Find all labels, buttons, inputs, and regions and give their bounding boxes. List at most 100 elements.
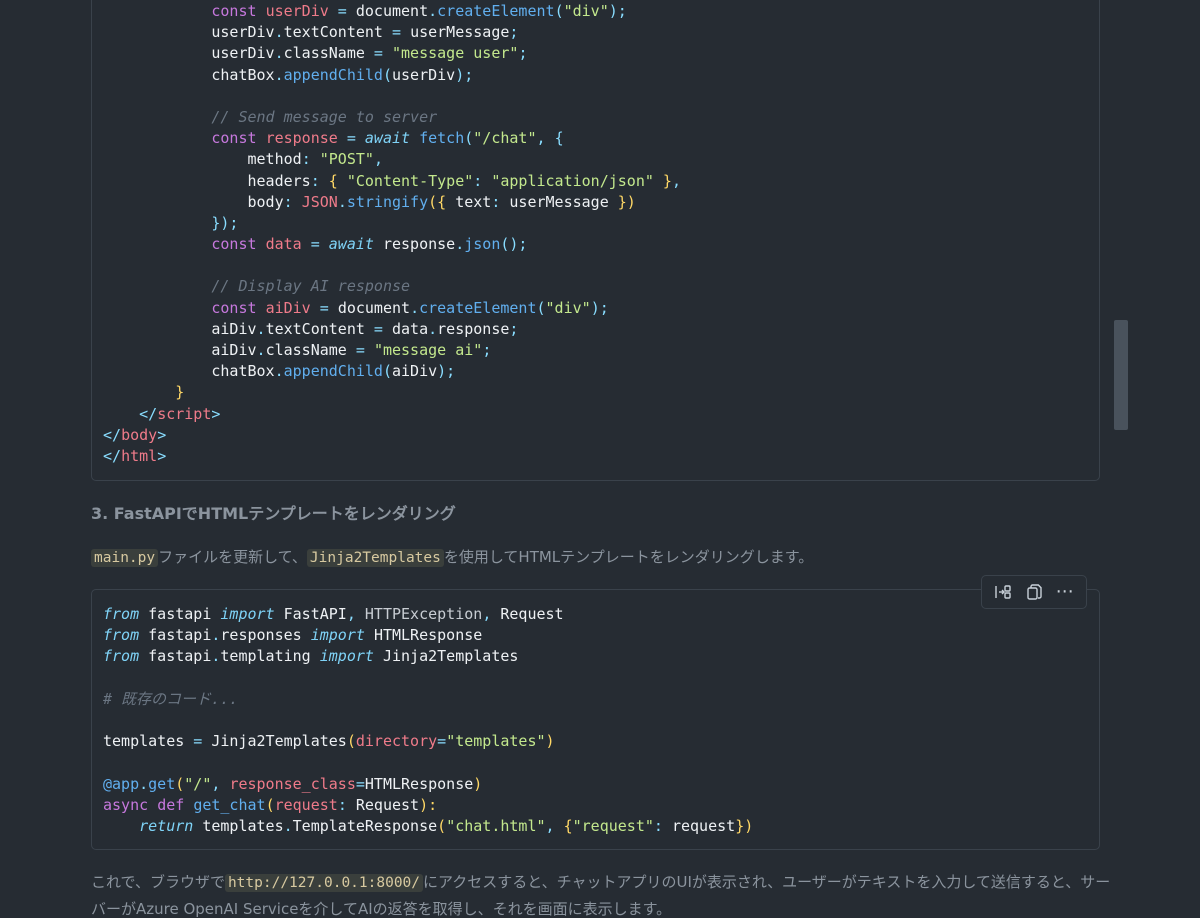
code-line: async def get_chat(request: Request): — [103, 795, 1091, 816]
code-token: # 既存のコード... — [103, 689, 239, 708]
code-token: { — [563, 816, 573, 835]
code-token: response — [382, 235, 456, 254]
code-lines: const userDiv = document.createElement("… — [103, 1, 1091, 467]
code-token: ( — [554, 2, 564, 20]
code-token: ({ — [428, 192, 456, 211]
code-token: ( — [382, 362, 392, 381]
code-token: } — [175, 383, 185, 402]
code-token: > — [211, 404, 221, 423]
code-line: templates = Jinja2Templates(directory="t… — [103, 731, 1091, 752]
code-token: textContent — [283, 23, 383, 42]
code-token: HTTPException — [364, 605, 483, 623]
code-token: data — [392, 319, 429, 338]
code-token: }) — [608, 192, 636, 211]
code-token: body — [247, 192, 284, 211]
copy-icon — [1027, 584, 1042, 600]
paragraph-text: ファイルを更新して、 — [158, 548, 307, 566]
code-token: ( — [382, 65, 392, 84]
code-token: response — [265, 129, 338, 148]
code-line: @app.get("/", response_class=HTMLRespons… — [103, 774, 1091, 795]
code-token: textContent — [265, 319, 365, 338]
copy-button[interactable] — [1021, 579, 1047, 605]
inline-code-main-py: main.py — [91, 549, 159, 567]
code-line: // Display AI response — [103, 276, 1091, 297]
code-token: }) — [735, 816, 754, 835]
code-token: document — [337, 298, 411, 317]
chat-page: const userDiv = document.createElement("… — [0, 0, 1200, 918]
paragraph-text: これで、ブラウザで — [91, 873, 225, 891]
code-line: from fastapi.responses import HTMLRespon… — [103, 625, 1091, 646]
more-icon: ⋯ — [1055, 581, 1074, 602]
code-token: html — [121, 446, 158, 465]
code-token: ); — [608, 2, 627, 20]
code-token: Request — [355, 795, 420, 814]
code-token: ; — [509, 23, 519, 42]
code-token: className — [265, 341, 347, 359]
code-token: get — [148, 774, 176, 793]
code-token: className — [283, 44, 365, 63]
code-token: = — [328, 2, 356, 20]
code-line: from fastapi import FastAPI, HTTPExcepti… — [103, 604, 1091, 625]
code-token: createElement — [437, 2, 555, 20]
code-line: </body> — [103, 425, 1091, 446]
code-token: HTMLResponse — [364, 774, 474, 793]
code-token: from — [103, 605, 149, 623]
code-token: Request — [500, 605, 564, 623]
code-token: . — [283, 816, 293, 835]
scrollbar-thumb[interactable] — [1114, 320, 1128, 430]
paragraph-text: を使用してHTMLテンプレートをレンダリングします。 — [443, 548, 814, 566]
code-token: import — [310, 626, 374, 645]
code-token: Jinja2Templates — [211, 732, 347, 751]
code-token: "message ai" — [373, 341, 483, 359]
code-token: . — [428, 319, 438, 338]
code-token: "/chat" — [473, 129, 537, 148]
code-token: const — [211, 2, 266, 20]
code-token: "div" — [563, 2, 609, 20]
code-token: appendChild — [283, 65, 383, 84]
wrap-lines-button[interactable] — [990, 579, 1016, 605]
code-token: > — [157, 425, 167, 444]
code-line: const response = await fetch("/chat", { — [103, 128, 1091, 149]
code-token: text — [455, 192, 492, 211]
code-token: appendChild — [283, 362, 383, 381]
code-token: HTMLResponse — [373, 626, 483, 645]
code-token: userMessage — [410, 23, 510, 42]
code-token: chatBox — [211, 65, 275, 84]
code-token: , — [536, 129, 555, 148]
more-button[interactable]: ⋯ — [1052, 579, 1078, 605]
code-token: ) — [473, 774, 483, 793]
code-token: ( — [437, 816, 447, 835]
code-line: </script> — [103, 404, 1091, 425]
code-token: "div" — [545, 298, 591, 317]
code-token: document — [355, 2, 429, 20]
code-token: }); — [211, 213, 239, 232]
code-token: // Send message to server — [211, 107, 438, 126]
code-token: : — [337, 795, 356, 814]
code-line: method: "POST", — [103, 149, 1091, 170]
code-line: body: JSON.stringify({ text: userMessage… — [103, 192, 1091, 213]
code-token: await — [328, 235, 383, 254]
code-token: , — [545, 816, 564, 835]
code-token: "chat.html" — [446, 816, 546, 835]
code-token: from — [103, 647, 149, 666]
code-token: userDiv — [211, 44, 275, 63]
code-token: : — [473, 171, 492, 190]
code-token: fetch — [419, 129, 465, 148]
code-token: : — [491, 192, 510, 211]
code-token: = — [437, 732, 447, 751]
code-token: ( — [346, 732, 356, 751]
code-token: { — [328, 171, 347, 190]
code-lines: from fastapi import FastAPI, HTTPExcepti… — [103, 604, 1091, 837]
